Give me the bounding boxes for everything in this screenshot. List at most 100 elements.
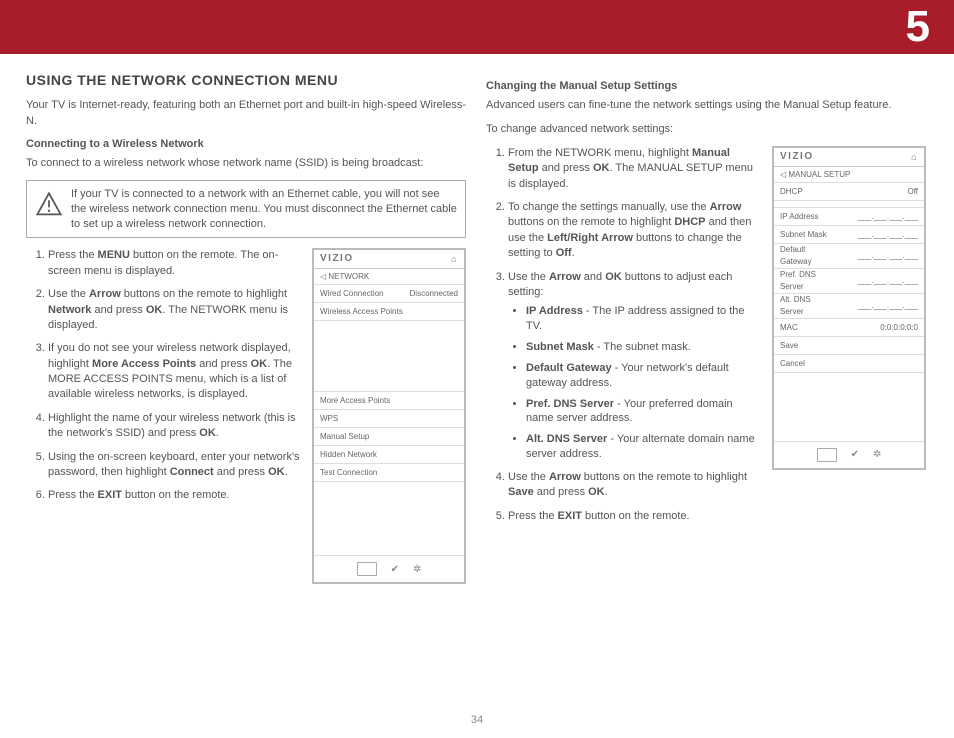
shot2-crumb: ◁ MANUAL SETUP	[774, 167, 924, 183]
t: and press	[91, 304, 145, 316]
right-lead: To change advanced network settings:	[486, 122, 926, 138]
t: .	[605, 486, 608, 498]
t: From the NETWORK menu, highlight	[508, 147, 692, 159]
rstep-5: Press the EXIT button on the remote.	[508, 509, 926, 524]
b: Connect	[170, 466, 214, 478]
b: Left/Right Arrow	[547, 232, 633, 244]
t: and press	[214, 466, 268, 478]
b: DHCP	[674, 216, 705, 228]
b: More Access Points	[92, 358, 196, 370]
value: ___.___.___.___	[858, 208, 918, 225]
b: Default Gateway	[526, 362, 612, 374]
shot1-row-wired: Wired Connection Disconnected	[314, 285, 464, 303]
b: EXIT	[558, 510, 582, 522]
shot2-row-mac: MAC 0:0:0:0:0:0	[774, 319, 924, 337]
label: IP Address	[780, 208, 819, 225]
shot2-row-subnet: Subnet Mask ___.___.___.___	[774, 226, 924, 244]
label: Wired Connection	[320, 285, 384, 302]
value: ___.___.___.___	[858, 300, 918, 312]
l2: Gateway	[780, 257, 812, 266]
b: Save	[508, 486, 534, 498]
b: Arrow	[549, 271, 581, 283]
b: IP Address	[526, 305, 583, 317]
t: Use the	[508, 471, 549, 483]
shot1-row-test: Test Connection	[314, 464, 464, 482]
t: Press the	[508, 510, 558, 522]
shot1-row-hidden: Hidden Network	[314, 446, 464, 464]
right-intro: Advanced users can fine-tune the network…	[486, 98, 926, 114]
shot1-gap	[314, 321, 464, 392]
wide-icon	[817, 448, 837, 462]
header-band: 5	[0, 0, 954, 54]
shot2-row-gateway: DefaultGateway___.___.___.___	[774, 244, 924, 269]
l1: Alt. DNS	[780, 295, 811, 304]
value: Off	[907, 183, 918, 200]
l2: Server	[780, 282, 804, 291]
b: Arrow	[549, 471, 581, 483]
gear-icon: ✲	[413, 564, 421, 575]
shot2-row-adns: Alt. DNS Server ___.___.___.___	[774, 294, 924, 319]
t: button on the remote.	[122, 489, 230, 501]
b: Pref. DNS Server	[526, 398, 614, 410]
shot1-crumb-text: NETWORK	[328, 272, 369, 281]
home-icon: ⌂	[911, 148, 918, 166]
b: Alt. DNS Server	[526, 433, 607, 445]
label: DefaultGateway	[780, 244, 812, 268]
page-number: 34	[0, 714, 954, 726]
label: Subnet Mask	[780, 226, 827, 243]
b: Subnet Mask	[526, 341, 594, 353]
label: Alt. DNS Server	[780, 294, 811, 318]
label: MAC	[780, 319, 798, 336]
label: Pref. DNS Server	[780, 269, 816, 293]
t: Press the	[48, 489, 98, 501]
shot2-crumb-text: MANUAL SETUP	[788, 170, 850, 179]
value: ___.___.___.___	[858, 226, 918, 243]
chapter-number: 5	[906, 2, 930, 51]
t: and press	[196, 358, 250, 370]
shot2-row-save: Save	[774, 337, 924, 355]
shot2-divider	[774, 201, 924, 208]
shot2-row-pdns: Pref. DNSServer___.___.___.___	[774, 269, 924, 294]
b: MENU	[98, 249, 130, 261]
value: Disconnected	[410, 285, 458, 302]
b: OK	[593, 162, 610, 174]
label: More Access Points	[320, 392, 390, 409]
shot2-footer: ✔ ✲	[774, 441, 924, 468]
t: buttons on the remote to highlight	[508, 216, 674, 228]
label: Hidden Network	[320, 446, 377, 463]
shot1-footer: ✔ ✲	[314, 555, 464, 582]
t: - The subnet mask.	[594, 341, 691, 353]
b: OK	[146, 304, 163, 316]
note-box: If your TV is connected to a network wit…	[26, 180, 466, 239]
b: OK	[251, 358, 268, 370]
b: Arrow	[710, 201, 742, 213]
shot2-header: VIZIO ⌂	[774, 148, 924, 167]
note-text: If your TV is connected to a network wit…	[71, 188, 457, 230]
t: and press	[539, 162, 593, 174]
shot2-row-ip: IP Address ___.___.___.___	[774, 208, 924, 226]
shot1-row-manual: Manual Setup	[314, 428, 464, 446]
shot1-row-more: More Access Points	[314, 392, 464, 410]
t: Press the	[48, 249, 98, 261]
l2: Server	[780, 307, 804, 316]
sub1-text: To connect to a wireless network whose n…	[26, 156, 466, 172]
label: Save	[780, 337, 798, 354]
t: button on the remote.	[582, 510, 690, 522]
b: Arrow	[89, 288, 121, 300]
section-title: USING THE NETWORK CONNECTION MENU	[26, 72, 466, 88]
rstep-4: Use the Arrow buttons on the remote to h…	[508, 470, 926, 501]
page-content: USING THE NETWORK CONNECTION MENU Your T…	[26, 72, 928, 710]
l1: Pref. DNS	[780, 270, 816, 279]
chevron-down-icon: ✔	[391, 564, 399, 575]
t: .	[285, 466, 288, 478]
shot2-row-cancel: Cancel	[774, 355, 924, 373]
subhead-manual: Changing the Manual Setup Settings	[486, 80, 926, 92]
value: 0:0:0:0:0:0	[880, 319, 918, 336]
shot1-row-wps: WPS	[314, 410, 464, 428]
left-column: USING THE NETWORK CONNECTION MENU Your T…	[26, 72, 466, 590]
label: Wireless Access Points	[320, 303, 403, 320]
t: buttons on the remote to highlight	[121, 288, 287, 300]
b: Network	[48, 304, 91, 316]
wide-icon	[357, 562, 377, 576]
label: WPS	[320, 410, 338, 427]
